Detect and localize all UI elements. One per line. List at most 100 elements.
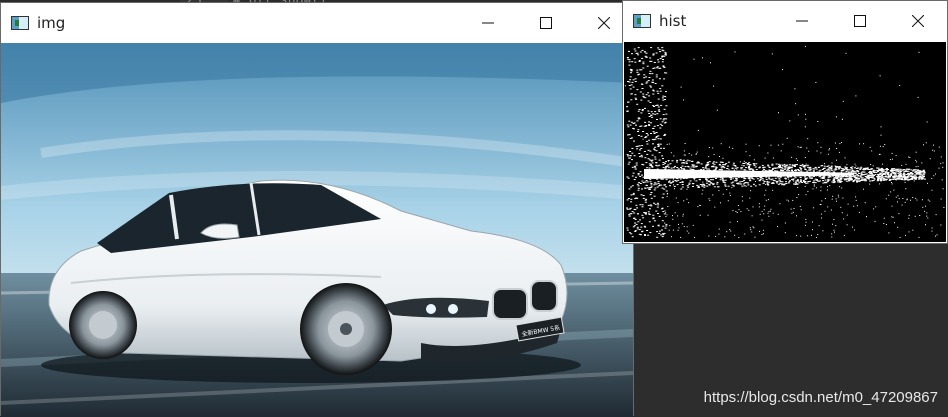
- hist-point: [763, 229, 765, 231]
- hist-point: [741, 164, 743, 166]
- hist-point: [749, 164, 752, 166]
- hist-point: [889, 170, 892, 172]
- hist-point: [839, 143, 841, 145]
- hist-point: [891, 182, 892, 183]
- hist-point: [656, 104, 659, 106]
- hist-point: [877, 173, 879, 175]
- hist-point: [786, 168, 789, 170]
- hist-point: [629, 68, 632, 70]
- hist-point: [639, 91, 642, 93]
- hist-point: [642, 195, 645, 196]
- maximize-button[interactable]: [831, 1, 889, 41]
- hist-point: [634, 81, 637, 82]
- close-button[interactable]: [889, 1, 947, 41]
- hist-titlebar[interactable]: hist: [623, 1, 947, 41]
- hist-point: [742, 183, 745, 185]
- hist-point: [653, 184, 656, 186]
- hist-point: [732, 162, 735, 164]
- hist-point: [782, 69, 783, 71]
- hist-point: [915, 151, 917, 153]
- hist-point: [656, 113, 659, 115]
- hist-point: [901, 164, 903, 166]
- hist-point: [906, 168, 908, 170]
- hist-point: [918, 177, 921, 179]
- hist-point: [655, 164, 658, 166]
- hist-point: [685, 161, 688, 163]
- minimize-button[interactable]: [459, 3, 517, 43]
- hist-point: [666, 143, 668, 145]
- maximize-button[interactable]: [517, 3, 575, 43]
- hist-point: [781, 172, 783, 174]
- hist-point: [905, 188, 907, 190]
- hist-point: [829, 176, 832, 178]
- hist-point: [655, 162, 658, 163]
- hist-point: [680, 167, 682, 168]
- hist-point: [822, 177, 825, 179]
- hist-point: [722, 165, 725, 167]
- hist-point: [892, 216, 894, 218]
- minimize-button[interactable]: [773, 1, 831, 41]
- hist-point: [631, 147, 634, 149]
- img-titlebar[interactable]: img: [1, 3, 633, 43]
- hist-point: [677, 202, 679, 204]
- hist-point: [804, 45, 806, 47]
- hist-point: [656, 236, 659, 238]
- hist-point: [797, 146, 799, 148]
- hist-point: [737, 205, 739, 206]
- hist-point: [907, 180, 909, 182]
- hist-point: [884, 178, 887, 180]
- hist-point: [818, 225, 820, 227]
- hist-point: [802, 166, 805, 167]
- hist-point: [838, 181, 841, 183]
- hist-point: [823, 176, 825, 178]
- hist-point: [737, 221, 738, 223]
- hist-point: [630, 233, 633, 235]
- hist-point: [697, 206, 699, 208]
- hist-point: [726, 168, 729, 170]
- hist-point: [688, 232, 690, 234]
- hist-point: [837, 194, 839, 196]
- hist-point: [796, 215, 797, 217]
- img-window: img 全新BMW 5系: [0, 2, 634, 417]
- hist-point: [641, 163, 644, 165]
- hist-point: [831, 169, 833, 171]
- hist-point: [890, 176, 891, 178]
- hist-point: [926, 121, 928, 123]
- hist-point: [649, 150, 652, 152]
- hist-point: [649, 57, 652, 59]
- hist-point: [697, 187, 700, 188]
- hist-point: [649, 70, 652, 72]
- hist-point: [657, 135, 660, 137]
- hist-point: [686, 169, 688, 179]
- hist-point: [931, 227, 933, 229]
- hist-point: [645, 136, 648, 138]
- hist-point: [839, 186, 841, 188]
- hist-point: [664, 122, 667, 124]
- hist-point: [877, 177, 880, 179]
- hist-point: [846, 164, 848, 166]
- hist-point: [903, 174, 906, 176]
- hist-point: [647, 158, 650, 160]
- hist-point: [640, 226, 643, 228]
- hist-point: [914, 178, 916, 179]
- hist-point: [917, 96, 919, 98]
- hist-point: [797, 187, 799, 188]
- hist-point: [679, 159, 682, 161]
- hist-point: [642, 176, 645, 178]
- hist-point: [827, 180, 830, 181]
- hist-point: [641, 180, 644, 182]
- hist-point: [912, 197, 914, 198]
- hist-point: [664, 168, 667, 170]
- hist-point: [900, 176, 903, 178]
- hist-point: [651, 159, 654, 161]
- hist-point: [670, 152, 672, 154]
- hist-point: [777, 183, 780, 185]
- hist-point: [655, 183, 658, 185]
- hist-point: [637, 213, 639, 215]
- hist-point: [743, 163, 746, 164]
- hist-point: [841, 176, 844, 178]
- hist-point: [812, 229, 813, 231]
- hist-point: [830, 168, 833, 170]
- hist-point: [631, 211, 634, 213]
- hist-point: [829, 148, 830, 150]
